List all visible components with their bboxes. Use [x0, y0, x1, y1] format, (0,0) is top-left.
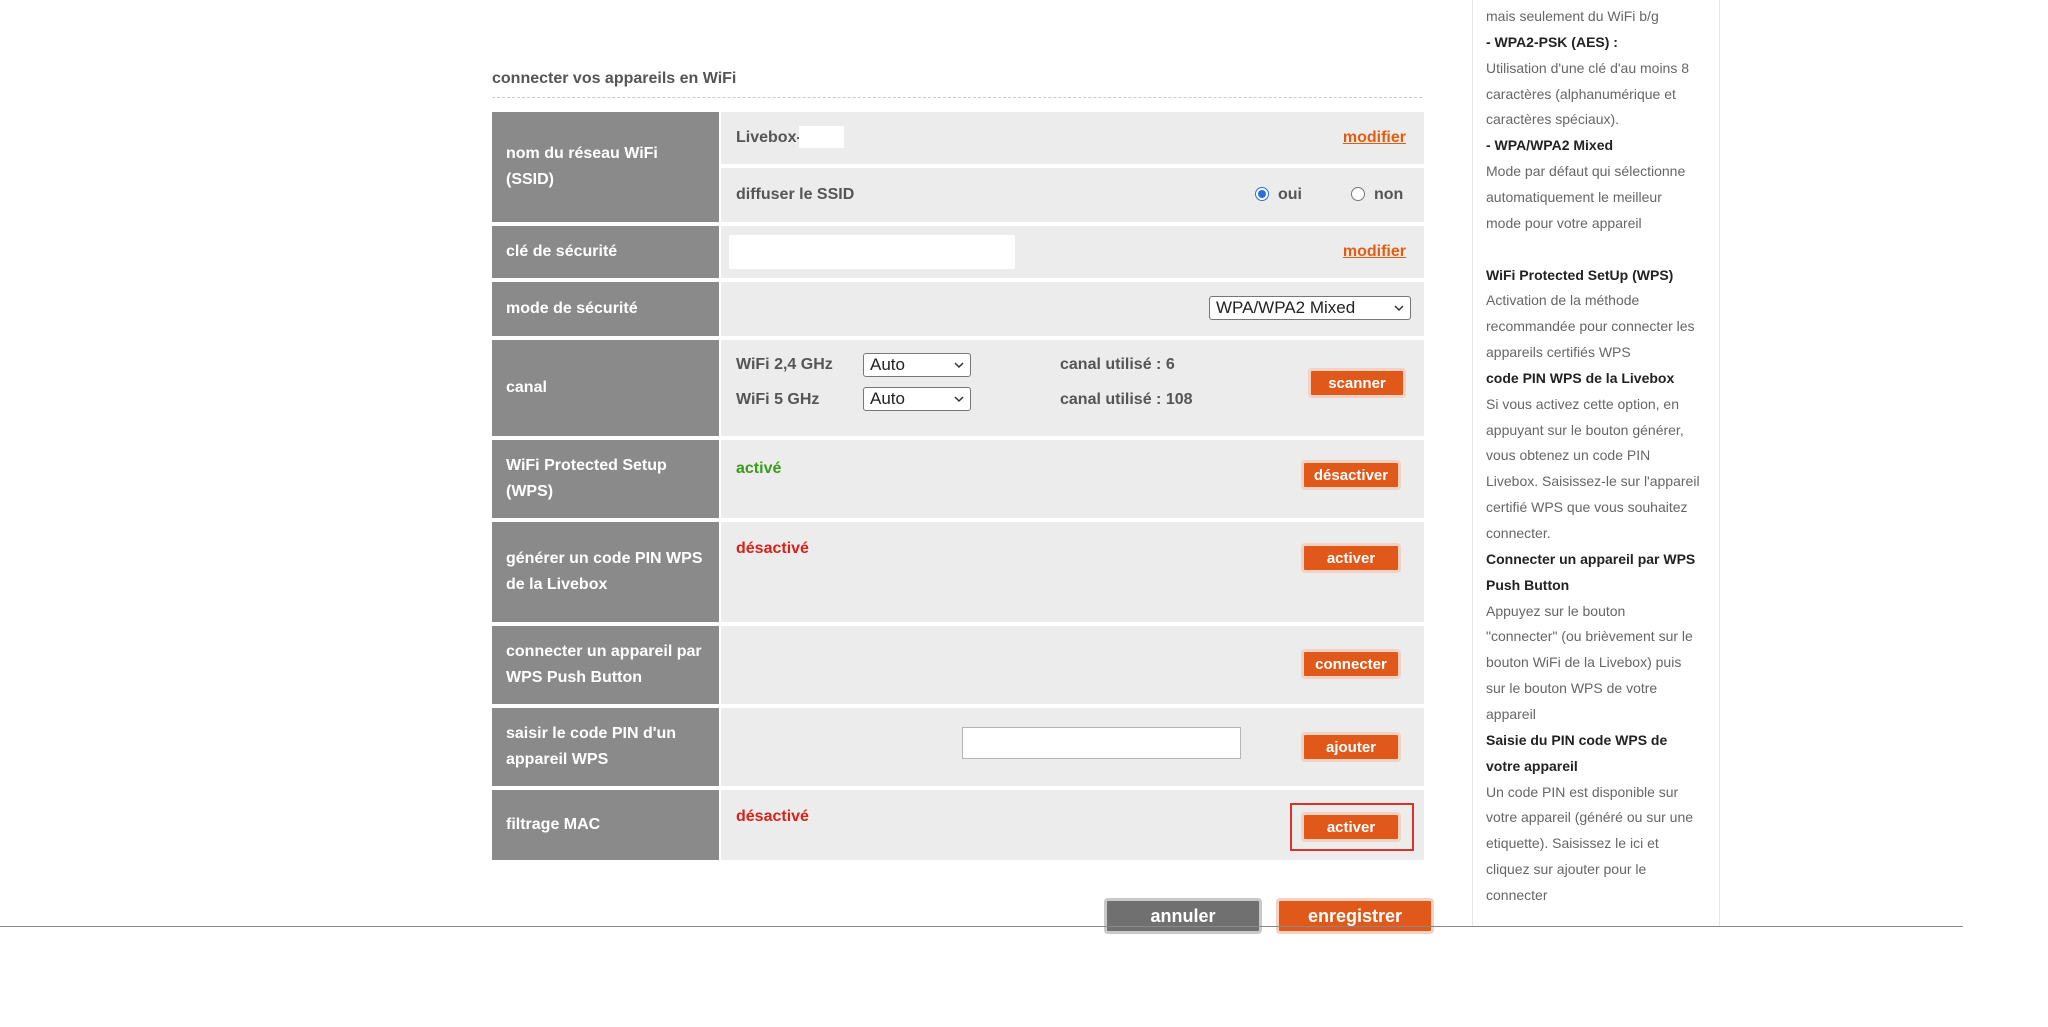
security-key-field[interactable]	[729, 235, 1015, 269]
help-paragraph-line: cliquez sur ajouter pour le	[1486, 861, 1647, 878]
wps-pin-cell: désactivé activer	[721, 522, 1424, 622]
band-24-label: WiFi 2,4 GHz	[736, 356, 833, 373]
ssid-modify-link[interactable]: modifier	[1343, 129, 1406, 147]
ssid-name-cell: Livebox- modifier	[721, 112, 1424, 164]
mac-filter-cell: désactivé activer	[721, 790, 1424, 860]
help-paragraph-line: connecter	[1486, 886, 1548, 903]
section-title: connecter vos appareils en WiFi	[492, 70, 737, 87]
broadcast-yes-radio[interactable]	[1255, 187, 1269, 201]
help-paragraph-line: caractères spéciaux).	[1486, 111, 1620, 128]
broadcast-ssid-label: diffuser le SSID	[736, 186, 855, 203]
row-channel: canal WiFi 2,4 GHz Auto canal utilisé : …	[492, 340, 1424, 436]
row-ssid: nom du réseau WiFi (SSID) Livebox- modifi…	[492, 112, 1424, 222]
help-paragraph-line: votre appareil (généré ou sur une	[1486, 809, 1694, 826]
help-paragraph-line: Livebox. Saisissez-le sur l'appareil	[1486, 473, 1700, 490]
broadcast-yes-label: oui	[1278, 186, 1302, 203]
wps-pin-activate-button[interactable]: activer	[1301, 543, 1401, 573]
row-wps: WiFi Protected Setup (WPS) activé désacti…	[492, 440, 1424, 518]
help-paragraph-line: caractères (alphanumérique et	[1486, 85, 1676, 102]
help-paragraph-line: vous obtenez un code PIN	[1486, 447, 1651, 464]
broadcast-no-radio[interactable]	[1351, 187, 1365, 201]
chevron-down-icon	[954, 362, 964, 369]
security-key-cell: modifier	[721, 226, 1424, 278]
help-heading: votre appareil	[1486, 757, 1578, 774]
help-heading: - WPA/WPA2 Mixed	[1486, 137, 1614, 154]
mac-filter-label: filtrage MAC	[492, 790, 719, 860]
help-paragraph-line: bouton WiFi de la Livebox) puis	[1486, 654, 1682, 671]
help-heading: Saisie du PIN code WPS de	[1486, 731, 1668, 748]
help-heading: WiFi Protected SetUp (WPS)	[1486, 266, 1674, 283]
wps-enter-pin-cell: ajouter	[721, 708, 1424, 786]
mac-filter-activate-button[interactable]: activer	[1301, 812, 1401, 842]
bottom-divider	[0, 926, 1963, 927]
wps-label: WiFi Protected Setup (WPS)	[492, 440, 719, 518]
wps-push-cell: connecter	[721, 626, 1424, 704]
help-heading: Push Button	[1486, 576, 1570, 593]
help-paragraph-line: etiquette). Saisissez le ici et	[1486, 835, 1659, 852]
wps-pin-status: désactivé	[736, 540, 809, 557]
channel-5-used: canal utilisé : 108	[1060, 391, 1193, 408]
ssid-label: nom du réseau WiFi (SSID)	[492, 112, 719, 222]
channel-5-select[interactable]: Auto	[863, 387, 971, 411]
wps-enter-pin-label: saisir le code PIN d'un appareil WPS	[492, 708, 719, 786]
row-wps-enter-pin: saisir le code PIN d'un appareil WPS ajou…	[492, 708, 1424, 786]
help-paragraph-line: automatiquement le meilleur	[1486, 188, 1662, 205]
mac-filter-status: désactivé	[736, 808, 809, 825]
help-paragraph-line: Activation de la méthode	[1486, 292, 1640, 309]
help-paragraph-line: "connecter" (ou brièvement sur le	[1486, 628, 1693, 645]
row-wps-push: connecter un appareil par WPS Push Button…	[492, 626, 1424, 704]
help-paragraph-line: Appuyez sur le bouton	[1486, 602, 1626, 619]
help-paragraph-line: mais seulement du WiFi b/g	[1486, 8, 1659, 24]
wps-disable-button[interactable]: désactiver	[1301, 460, 1401, 490]
wps-pin-add-button[interactable]: ajouter	[1301, 732, 1401, 762]
help-paragraph-line: connecter.	[1486, 525, 1551, 541]
security-mode-label: mode de sécurité	[492, 282, 719, 336]
channel-label: canal	[492, 340, 719, 436]
ssid-masked-field	[799, 126, 844, 148]
help-paragraph-line: Un code PIN est disponible sur	[1486, 783, 1679, 800]
broadcast-no-label: non	[1374, 186, 1404, 203]
help-paragraph-line: Si vous activez cette option, en	[1486, 395, 1679, 412]
chevron-down-icon	[954, 396, 964, 403]
save-button[interactable]: enregistrer	[1276, 898, 1434, 934]
security-key-label: clé de sécurité	[492, 226, 719, 278]
help-paragraph-line: sur le bouton WPS de votre	[1486, 680, 1658, 697]
wps-pin-label: générer un code PIN WPS de la Livebox	[492, 522, 719, 622]
security-key-modify-link[interactable]: modifier	[1343, 243, 1406, 261]
help-paragraph-line: appareil	[1486, 705, 1536, 722]
ssid-value: Livebox-	[736, 129, 802, 146]
help-heading: - WPA2-PSK (AES) :	[1486, 33, 1618, 50]
help-paragraph-line: Utilisation d'une clé d'au moins 8	[1486, 59, 1690, 76]
help-paragraph-line: appuyant sur le bouton générer,	[1486, 421, 1684, 438]
help-heading: Connecter un appareil par WPS	[1486, 550, 1696, 567]
band-5-label: WiFi 5 GHz	[736, 391, 820, 408]
wps-connect-button[interactable]: connecter	[1301, 649, 1401, 679]
help-paragraph-line: certifié WPS que vous souhaitez	[1486, 499, 1688, 516]
wps-pin-input[interactable]	[962, 727, 1241, 759]
row-mac-filter: filtrage MAC désactivé activer	[492, 790, 1424, 860]
security-mode-select[interactable]: WPA/WPA2 Mixed	[1209, 296, 1411, 320]
channel-cell: WiFi 2,4 GHz Auto canal utilisé : 6 WiFi…	[721, 340, 1424, 436]
row-security-key: clé de sécurité modifier	[492, 226, 1424, 278]
section-divider	[492, 97, 1422, 98]
security-mode-cell: WPA/WPA2 Mixed	[721, 282, 1424, 336]
ssid-broadcast-cell: diffuser le SSID oui non	[721, 168, 1424, 222]
help-heading: code PIN WPS de la Livebox	[1486, 369, 1675, 386]
wps-push-label: connecter un appareil par WPS Push Button	[492, 626, 719, 704]
help-paragraph-line: Mode par défaut qui sélectionne	[1486, 163, 1686, 180]
channel-24-used: canal utilisé : 6	[1060, 356, 1175, 373]
row-wps-pin: générer un code PIN WPS de la Livebox dés…	[492, 522, 1424, 622]
help-paragraph-line: mode pour votre appareil	[1486, 214, 1642, 231]
help-paragraph-line: recommandée pour connecter les	[1486, 318, 1695, 335]
channel-24-select[interactable]: Auto	[863, 353, 971, 377]
row-security-mode: mode de sécurité WPA/WPA2 Mixed	[492, 282, 1424, 336]
scan-button[interactable]: scanner	[1308, 368, 1406, 398]
help-paragraph-line: appareils certifiés WPS	[1486, 344, 1631, 361]
wps-cell: activé désactiver	[721, 440, 1424, 518]
cancel-button[interactable]: annuler	[1104, 898, 1262, 934]
wps-status: activé	[736, 460, 782, 477]
chevron-down-icon	[1394, 305, 1404, 312]
